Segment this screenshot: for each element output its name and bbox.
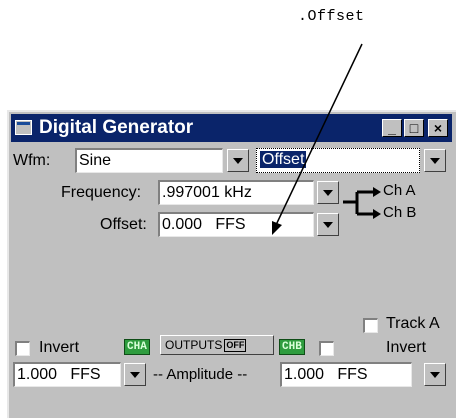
chb-badge[interactable]: CHB bbox=[279, 339, 305, 355]
frequency-dropdown-button[interactable] bbox=[317, 181, 339, 204]
offset-field[interactable]: 0.000 FFS bbox=[158, 212, 314, 237]
waveform-value: Sine bbox=[79, 152, 112, 169]
waveform-secondary-select[interactable]: Offset bbox=[256, 148, 420, 173]
outputs-state: OFF bbox=[224, 339, 247, 353]
waveform-select[interactable]: Sine bbox=[75, 148, 223, 173]
waveform-secondary-dropdown-button[interactable] bbox=[424, 149, 446, 172]
outputs-button[interactable]: OUTPUTS OFF bbox=[160, 335, 274, 355]
offset-callout-label: .Offset bbox=[298, 8, 365, 25]
frequency-label: Frequency: bbox=[61, 184, 142, 201]
offset-value: 0.000 FFS bbox=[162, 216, 246, 233]
frequency-field[interactable]: .997001 kHz bbox=[158, 180, 314, 205]
amplitude-left-field[interactable]: 1.000 FFS bbox=[13, 362, 121, 387]
amplitude-left-value: 1.000 FFS bbox=[17, 366, 101, 383]
waveform-secondary-value: Offset bbox=[260, 151, 307, 168]
minimize-button[interactable]: _ bbox=[382, 119, 402, 137]
frequency-value: .997001 kHz bbox=[162, 184, 252, 201]
close-icon: × bbox=[433, 120, 443, 136]
close-button[interactable]: × bbox=[428, 119, 448, 137]
track-a-checkbox[interactable] bbox=[363, 318, 378, 333]
channel-a-label: Ch A bbox=[383, 182, 416, 199]
channel-b-label: Ch B bbox=[383, 204, 417, 221]
digital-generator-window: Digital Generator _ □ × Wfm: Sine Offset… bbox=[7, 110, 456, 418]
window-icon[interactable] bbox=[15, 120, 32, 135]
amplitude-left-dropdown-button[interactable] bbox=[124, 363, 146, 386]
invert-left-checkbox[interactable] bbox=[15, 341, 30, 356]
outputs-label: OUTPUTS bbox=[165, 338, 223, 352]
wfm-label: Wfm: bbox=[13, 152, 51, 169]
window-title: Digital Generator bbox=[39, 117, 194, 138]
amplitude-right-field[interactable]: 1.000 FFS bbox=[280, 362, 412, 387]
amplitude-right-dropdown-button[interactable] bbox=[424, 363, 446, 386]
waveform-dropdown-button[interactable] bbox=[227, 149, 249, 172]
amplitude-label: -- Amplitude -- bbox=[153, 366, 248, 383]
invert-right-checkbox[interactable] bbox=[319, 341, 334, 356]
offset-label: Offset: bbox=[100, 216, 147, 233]
minimize-icon: _ bbox=[388, 120, 396, 136]
track-a-label: Track A bbox=[386, 315, 440, 332]
title-bar[interactable]: Digital Generator _ □ × bbox=[11, 114, 452, 142]
maximize-icon: □ bbox=[409, 120, 419, 136]
amplitude-right-value: 1.000 FFS bbox=[284, 366, 368, 383]
cha-badge[interactable]: CHA bbox=[124, 339, 150, 355]
offset-dropdown-button[interactable] bbox=[317, 213, 339, 236]
invert-left-label: Invert bbox=[39, 339, 80, 356]
invert-right-label: Invert bbox=[386, 339, 427, 356]
maximize-button[interactable]: □ bbox=[404, 119, 424, 137]
